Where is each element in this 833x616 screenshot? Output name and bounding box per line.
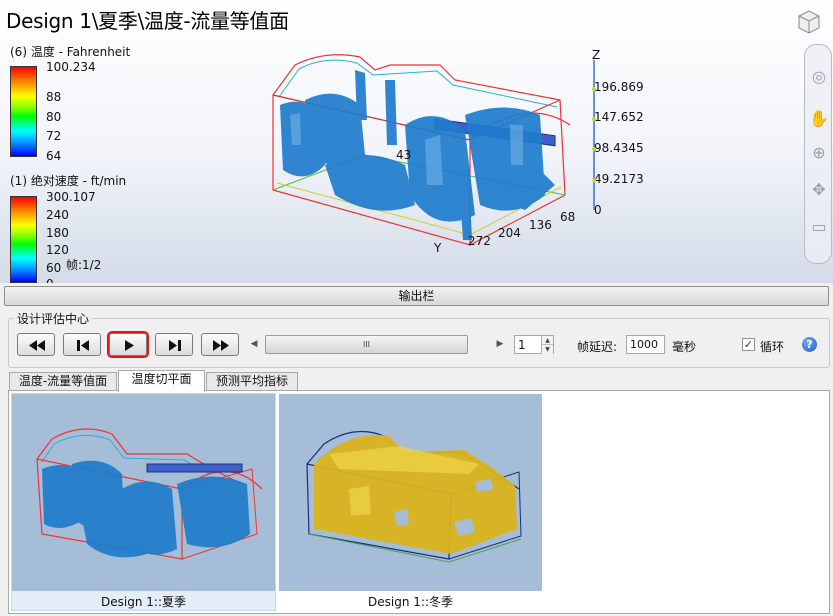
step-forward-icon [169, 340, 181, 351]
frame-spinbox-value: 1 [518, 338, 526, 352]
fast-forward-button[interactable] [201, 333, 239, 356]
frame-delay-label: 帧延迟: [577, 340, 618, 354]
velocity-label-max: 300.107 [46, 190, 96, 204]
y-axis-label: Y [434, 241, 442, 255]
velocity-color-bar [10, 196, 37, 283]
velocity-label: 240 [46, 208, 69, 222]
frame-delay-input[interactable]: 1000 [626, 335, 665, 354]
fast-forward-icon [213, 340, 229, 351]
velocity-label: 60 [46, 261, 62, 275]
thumbnail-caption: Design 1::冬季 [368, 595, 453, 609]
orbit-icon[interactable]: ◎ [809, 67, 829, 87]
3d-viewport[interactable]: Design 1\夏季\温度-流量等值面 (6) 温度 - Fahrenheit… [0, 0, 833, 283]
tab-temperature-cutplane[interactable]: 温度切平面 [118, 370, 205, 392]
y-axis-tick: 136 [529, 218, 552, 232]
pan-hand-icon[interactable]: ✋ [809, 109, 829, 129]
design-study-center-label: 设计评估中心 [14, 310, 93, 327]
temperature-label: 88 [46, 90, 62, 104]
move-icon[interactable]: ✥ [809, 180, 829, 200]
y-axis-tick: 204 [498, 226, 521, 240]
spin-up-icon[interactable]: ▲ [541, 336, 553, 345]
view-cube-icon[interactable] [795, 8, 823, 36]
velocity-label-min: 0 [46, 277, 54, 283]
play-button[interactable] [107, 331, 149, 358]
x-axis-tick: 43 [396, 148, 412, 162]
z-axis-tick: 196.869 [594, 80, 644, 94]
loop-checkbox[interactable]: ✓ [742, 338, 755, 351]
tab-predicted-mean-index[interactable]: 预测平均指标 [206, 372, 298, 391]
help-icon[interactable]: ? [802, 337, 817, 352]
spin-down-icon[interactable]: ▼ [541, 345, 553, 354]
tab-temp-flow-isosurface[interactable]: 温度-流量等值面 [9, 372, 117, 391]
zoom-icon[interactable]: ⊕ [809, 143, 829, 163]
step-back-button[interactable] [63, 333, 101, 356]
slider-right-arrow-icon[interactable]: ▶ [494, 334, 506, 355]
play-icon [125, 340, 134, 351]
velocity-label: 120 [46, 243, 69, 257]
rewind-icon [29, 340, 45, 351]
velocity-label: 180 [46, 226, 69, 240]
navigation-bar: ◎ ✋ ⊕ ✥ ▭ [804, 44, 832, 264]
viewport-title: Design 1\夏季\温度-流量等值面 [6, 9, 289, 33]
frame-spinbox[interactable]: 1 ▲ ▼ [514, 335, 554, 354]
step-back-icon [77, 340, 89, 351]
slider-left-arrow-icon[interactable]: ◀ [248, 334, 260, 355]
step-forward-button[interactable] [155, 333, 193, 356]
milliseconds-label: 毫秒 [672, 340, 697, 354]
view-toggle-icon[interactable]: ▭ [809, 217, 829, 237]
output-bar-toggle[interactable]: 输出栏 [4, 286, 829, 306]
rewind-button[interactable] [17, 333, 55, 356]
thumbnail-caption: Design 1::夏季 [101, 595, 186, 609]
winter-isosurface-image [279, 394, 542, 591]
temperature-label: 80 [46, 110, 62, 124]
summer-isosurface-image [12, 394, 275, 591]
frame-counter: 帧:1/2 [66, 258, 102, 272]
y-axis-tick: 68 [560, 210, 576, 224]
z-axis-tick: 49.2173 [594, 172, 644, 186]
temperature-legend-title: (6) 温度 - Fahrenheit [10, 45, 131, 59]
y-axis-tick: 272 [468, 234, 491, 248]
slider-thumb[interactable]: III [265, 335, 468, 354]
velocity-legend-title: (1) 绝对速度 - ft/min [10, 174, 127, 188]
temperature-label: 72 [46, 129, 62, 143]
temperature-label-max: 100.234 [46, 60, 96, 74]
temperature-label-min: 64 [46, 149, 62, 163]
z-axis-tick: 98.4345 [594, 141, 644, 155]
z-axis-tick: 147.652 [594, 110, 644, 124]
temperature-color-bar [10, 66, 37, 157]
loop-label: 循环 [760, 340, 785, 354]
z-axis-line [592, 60, 596, 210]
